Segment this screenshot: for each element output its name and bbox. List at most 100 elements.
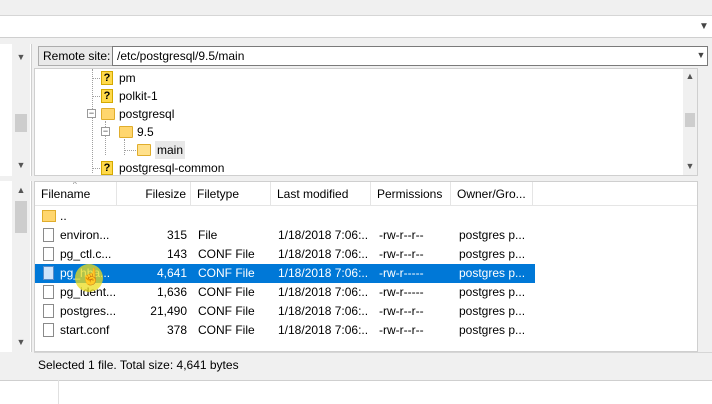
file-row[interactable]: environ... 315 File 1/18/2018 7:06:... -… <box>35 226 535 245</box>
file-modified: 1/18/2018 7:06:... <box>278 304 368 318</box>
status-bar: Selected 1 file. Total size: 4,641 bytes <box>34 352 712 376</box>
top-toolbar-strip <box>0 0 712 16</box>
file-size: 378 <box>166 323 187 337</box>
column-filetype[interactable]: Filetype <box>191 182 271 206</box>
folder-open-icon <box>137 144 151 156</box>
chevron-down-icon[interactable]: ▼ <box>683 159 697 173</box>
chevron-down-icon[interactable]: ▼ <box>14 158 28 172</box>
file-name: pg_ctl.c... <box>60 247 112 261</box>
remote-site-bar: Remote site: /etc/postgresql/9.5/main ▼ <box>34 44 712 68</box>
file-row[interactable]: postgres... 21,490 CONF File 1/18/2018 7… <box>35 302 535 321</box>
file-name: start.conf <box>60 323 110 337</box>
file-icon <box>43 247 54 261</box>
tree-item-label: polkit-1 <box>119 89 158 103</box>
tree-item-polkit[interactable]: ? polkit-1 <box>35 87 675 105</box>
remote-file-list: Filename Filesize Filetype Last modified… <box>34 181 698 352</box>
file-permissions: -rw-r----- <box>379 266 424 280</box>
chevron-down-icon[interactable]: ▼ <box>14 50 28 64</box>
remote-tree-scrollbar[interactable]: ▲ ▼ <box>683 69 697 175</box>
tree-item-label: main <box>155 141 186 159</box>
file-owner: postgres p... <box>459 285 526 299</box>
file-permissions: -rw-r--r-- <box>379 323 424 337</box>
file-owner: postgres p... <box>459 266 526 280</box>
file-name: postgres... <box>60 304 115 318</box>
question-folder-icon: ? <box>101 89 113 103</box>
file-permissions: -rw-r--r-- <box>379 247 424 261</box>
scroll-thumb[interactable] <box>15 114 27 132</box>
file-size: 315 <box>166 228 187 242</box>
local-tree-pane: ▼ ▼ <box>0 44 32 176</box>
file-modified: 1/18/2018 7:06:... <box>278 285 368 299</box>
file-modified: 1/18/2018 7:06:... <box>278 247 368 261</box>
column-filesize[interactable]: Filesize <box>117 182 191 206</box>
tree-item-9-5[interactable]: − 9.5 <box>35 123 675 141</box>
scroll-thumb[interactable] <box>15 201 27 233</box>
folder-icon <box>42 210 56 222</box>
file-icon <box>43 304 54 318</box>
file-row-parent[interactable]: .. <box>35 207 535 226</box>
column-last-modified[interactable]: Last modified <box>271 182 371 206</box>
file-owner: postgres p... <box>459 247 526 261</box>
tree-item-postgresql[interactable]: − postgresql <box>35 105 675 123</box>
column-owner-group[interactable]: Owner/Gro... <box>451 182 533 206</box>
file-list-header: Filename Filesize Filetype Last modified… <box>35 181 697 206</box>
file-type: CONF File <box>198 304 255 318</box>
folder-icon <box>101 108 115 120</box>
tree-item-pm[interactable]: ? pm <box>35 69 675 87</box>
file-permissions: -rw-r--r-- <box>379 304 424 318</box>
file-row[interactable]: start.conf 378 CONF File 1/18/2018 7:06:… <box>35 321 535 340</box>
question-folder-icon: ? <box>101 161 113 175</box>
file-row[interactable]: pg_ident... 1,636 CONF File 1/18/2018 7:… <box>35 283 535 302</box>
file-modified: 1/18/2018 7:06:... <box>278 266 368 280</box>
file-owner: postgres p... <box>459 228 526 242</box>
folder-icon <box>119 126 133 138</box>
file-name: environ... <box>60 228 110 242</box>
file-type: CONF File <box>198 266 255 280</box>
remote-path-input[interactable]: /etc/postgresql/9.5/main <box>112 46 708 66</box>
tree-item-main[interactable]: main <box>35 141 675 159</box>
scroll-thumb[interactable] <box>685 113 695 127</box>
file-type: File <box>198 228 218 242</box>
file-icon <box>43 323 54 337</box>
file-size: 1,636 <box>156 285 187 299</box>
local-tree-scrollbar[interactable]: ▼ ▼ <box>12 44 30 176</box>
tree-item-label: postgresql-common <box>119 161 225 175</box>
file-owner: postgres p... <box>459 323 526 337</box>
file-size: 21,490 <box>150 304 187 318</box>
collapse-toggle-icon[interactable]: − <box>87 109 96 118</box>
tree-item-label: pm <box>119 71 136 85</box>
collapse-toggle-icon[interactable]: − <box>101 127 110 136</box>
file-icon <box>43 266 54 280</box>
chevron-up-icon[interactable]: ▲ <box>683 69 697 83</box>
file-size: 4,641 <box>156 266 187 280</box>
file-row[interactable]: pg_ctl.c... 143 CONF File 1/18/2018 7:06… <box>35 245 535 264</box>
remote-directory-tree: ? pm ? polkit-1 − postgresql − 9.5 main … <box>34 68 698 176</box>
file-permissions: -rw-r----- <box>379 285 424 299</box>
local-list-pane: ▲ ▼ <box>0 181 32 352</box>
file-row-selected[interactable]: pg_hba... 4,641 CONF File 1/18/2018 7:06… <box>35 264 535 283</box>
local-list-scrollbar[interactable]: ▲ ▼ <box>12 181 30 352</box>
chevron-down-icon[interactable]: ▼ <box>698 20 710 34</box>
tree-item-postgresql-common[interactable]: ? postgresql-common <box>35 159 675 175</box>
chevron-up-icon[interactable]: ▲ <box>14 183 28 197</box>
message-log-area <box>0 16 712 38</box>
tree-item-label: postgresql <box>119 107 175 121</box>
remote-site-label: Remote site: <box>38 46 116 66</box>
tree-item-label: 9.5 <box>137 125 154 139</box>
file-modified: 1/18/2018 7:06:... <box>278 323 368 337</box>
divider <box>58 380 59 404</box>
file-type: CONF File <box>198 323 255 337</box>
file-type: CONF File <box>198 247 255 261</box>
file-type: CONF File <box>198 285 255 299</box>
file-modified: 1/18/2018 7:06:... <box>278 228 368 242</box>
sort-indicator-icon: ^ <box>73 181 77 189</box>
file-permissions: -rw-r--r-- <box>379 228 424 242</box>
file-icon <box>43 285 54 299</box>
file-size: 143 <box>166 247 187 261</box>
chevron-down-icon[interactable]: ▼ <box>14 335 28 349</box>
pointer-cursor-icon: ☝ <box>81 269 101 286</box>
transfer-queue-area <box>0 380 712 404</box>
question-folder-icon: ? <box>101 71 113 85</box>
column-permissions[interactable]: Permissions <box>371 182 451 206</box>
chevron-down-icon[interactable]: ▼ <box>694 46 708 64</box>
